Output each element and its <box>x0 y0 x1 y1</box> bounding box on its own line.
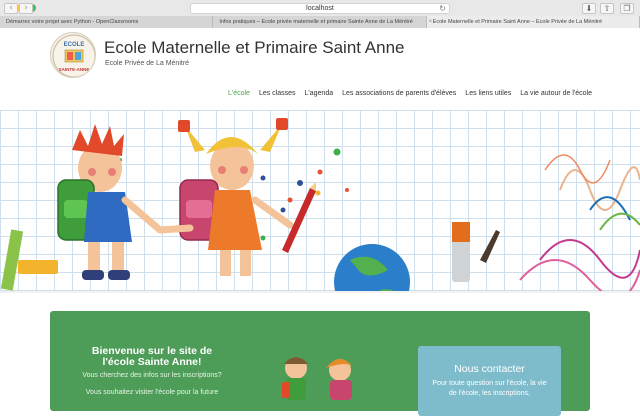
main-menu: L'école Les classes L'agenda Les associa… <box>228 90 592 97</box>
menu-item-agenda[interactable]: L'agenda <box>305 90 334 97</box>
share-icon[interactable]: ⇧ <box>600 3 614 14</box>
menu-item-liens[interactable]: Les liens utiles <box>465 90 511 97</box>
address-bar[interactable]: localhost ↻ <box>190 3 450 14</box>
browser-chrome: ‹ › localhost ↻ ⬇ ⇧ ❐ Démarrez votre pro… <box>0 0 640 28</box>
back-icon[interactable]: ‹ <box>4 3 18 14</box>
welcome-title: Bienvenue sur le site de l'école Sainte … <box>91 345 213 368</box>
browser-tab[interactable]: Infos pratiques – Ecole privée maternell… <box>213 16 427 28</box>
welcome-line-2: Vous souhaitez visiter l'école pour la f… <box>85 389 219 396</box>
hero-banner <box>0 110 640 293</box>
hero-illustration <box>0 118 640 293</box>
tab-bar: Démarrez votre projet avec Python - Open… <box>0 16 640 28</box>
menu-item-associations[interactable]: Les associations de parents d'élèves <box>342 90 456 97</box>
menu-item-classes[interactable]: Les classes <box>259 90 296 97</box>
welcome-line-1: Vous cherchez des infos sur les inscript… <box>82 372 222 379</box>
browser-tab-active[interactable]: × Ecole Maternelle et Primaire Saint Anne… <box>426 16 640 28</box>
contact-title: Nous contacter <box>454 363 525 375</box>
kids-illustration <box>282 357 354 400</box>
hero-divider <box>0 291 640 293</box>
tabs-overview-icon[interactable]: ❐ <box>620 3 634 14</box>
contact-text: Pour toute question sur l'école, la vie … <box>432 380 547 397</box>
school-logo[interactable]: ECOLE SAINTE-ANNE <box>50 32 96 78</box>
forward-icon[interactable]: › <box>19 3 33 14</box>
download-icon[interactable]: ⬇ <box>582 3 596 14</box>
school-logo-image: ECOLE SAINTE-ANNE <box>52 34 95 77</box>
menu-item-vie[interactable]: La vie autour de l'école <box>520 90 592 97</box>
close-tab-icon[interactable]: × <box>429 16 433 28</box>
address-text: localhost <box>306 5 334 12</box>
browser-tab[interactable]: Démarrez votre projet avec Python - Open… <box>0 16 214 28</box>
logo-text-top: ECOLE <box>64 42 85 48</box>
site-subtitle: Ecole Privée de La Ménitré <box>105 60 190 67</box>
reload-icon[interactable]: ↻ <box>439 4 446 14</box>
logo-text-bottom: SAINTE-ANNE <box>59 67 90 72</box>
menu-item-ecole[interactable]: L'école <box>228 90 250 97</box>
site-title[interactable]: Ecole Maternelle et Primaire Saint Anne <box>104 38 405 58</box>
